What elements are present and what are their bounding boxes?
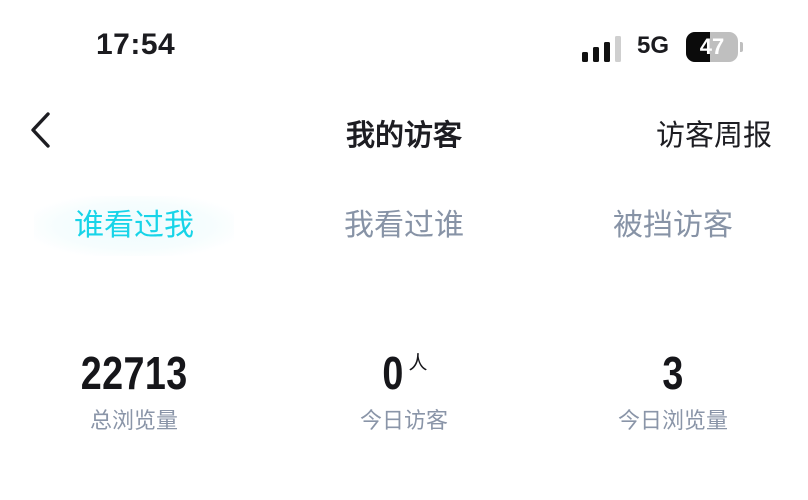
status-time: 17:54: [96, 28, 176, 61]
tab-blocked-visitors[interactable]: 被挡访客: [573, 196, 773, 256]
stat-label: 今日访客: [359, 409, 448, 434]
stat-value: 0: [382, 347, 405, 399]
stat-value: 22713: [80, 347, 188, 399]
stat-label: 总浏览量: [89, 409, 178, 434]
tab-who-viewed-me[interactable]: 谁看过我: [34, 196, 234, 256]
stat-unit: 人: [408, 352, 428, 374]
network-type: 5G: [637, 32, 670, 59]
weekly-report-link[interactable]: 访客周报: [656, 112, 772, 154]
stat-label: 今日浏览量: [617, 409, 728, 434]
battery-icon: 47: [686, 32, 743, 62]
stat-value: 3: [662, 347, 684, 399]
stat-today-views: 3 今日浏览量: [563, 345, 783, 435]
battery-level: 47: [699, 34, 725, 59]
stat-today-visitors: 0人 今日访客: [294, 345, 514, 435]
cellular-signal-icon: [582, 34, 624, 62]
visitor-tabs: 谁看过我 我看过谁 被挡访客: [0, 196, 808, 256]
tab-whom-i-viewed[interactable]: 我看过谁: [304, 196, 504, 256]
visitor-stats: 22713 总浏览量 0人 今日访客 3 今日浏览量: [0, 345, 808, 445]
stat-total-views: 22713 总浏览量: [24, 345, 244, 435]
